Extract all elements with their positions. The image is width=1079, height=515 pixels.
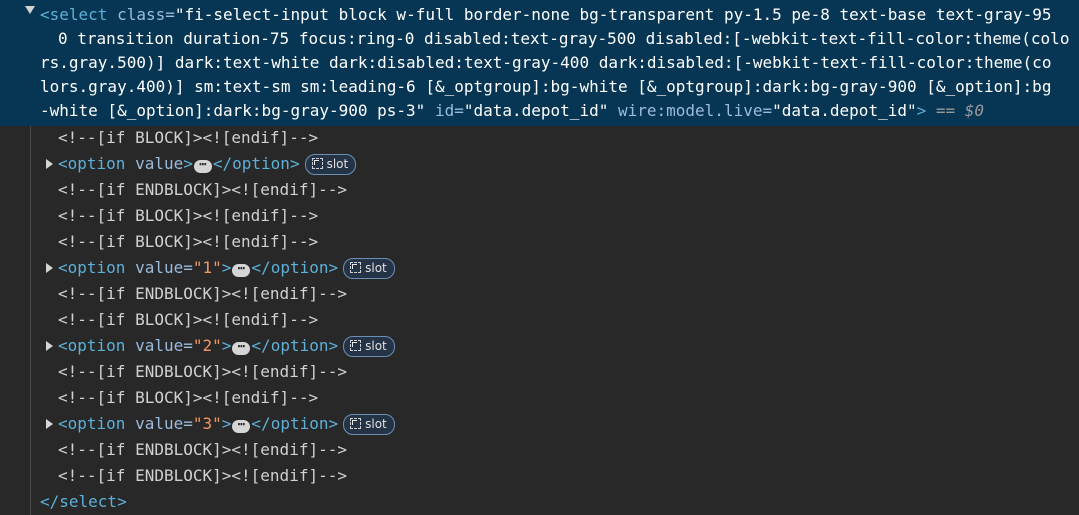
- slot-label: slot: [326, 157, 349, 171]
- option-attr-name: value=: [125, 414, 193, 433]
- option-tag-open: <option: [58, 336, 126, 355]
- option-tag-end: </option>: [251, 336, 339, 355]
- comment-node[interactable]: <!--[if BLOCK]><![endif]-->: [0, 229, 318, 255]
- comment-text: <!--[if BLOCK]><![endif]-->: [58, 310, 319, 329]
- select-node-line-2[interactable]: 0 transition duration-75 focus:ring-0 di…: [58, 27, 1069, 51]
- comment-node[interactable]: <!--[if ENDBLOCK]><![endif]-->: [0, 359, 347, 385]
- slot-reveal-icon: [350, 340, 362, 351]
- comment-text: <!--[if BLOCK]><![endif]-->: [58, 232, 319, 251]
- option-tag-close-bracket: >: [221, 258, 232, 277]
- option-attr-value: "2": [192, 336, 222, 355]
- collapsed-triangle-icon[interactable]: [46, 263, 53, 273]
- ellipsis-button[interactable]: ⋯: [232, 340, 251, 355]
- comment-text: <!--[if BLOCK]><![endif]-->: [58, 128, 319, 147]
- select-tag-close-bracket: >: [916, 101, 927, 120]
- option-tag-end: </option>: [212, 154, 300, 173]
- id-attr-name: id=: [425, 101, 464, 120]
- comment-text: <!--[if ENDBLOCK]><![endif]-->: [58, 180, 347, 199]
- slot-badge[interactable]: slot: [304, 154, 357, 175]
- select-tag-end: </select>: [40, 492, 127, 511]
- comment-node[interactable]: <!--[if ENDBLOCK]><![endif]-->: [0, 437, 347, 463]
- class-attr-value-cont: rs.gray.500)] dark:text-white dark:disab…: [40, 53, 1052, 72]
- comment-node[interactable]: <!--[if BLOCK]><![endif]-->: [0, 307, 318, 333]
- option-node[interactable]: <option value="3"> ⋯ </option> slot: [0, 411, 395, 437]
- slot-badge[interactable]: slot: [343, 258, 395, 279]
- option-attr-name: value: [125, 154, 184, 173]
- comment-node[interactable]: <!--[if ENDBLOCK]><![endif]-->: [0, 177, 347, 203]
- select-tag-open: <select: [40, 5, 108, 24]
- ellipsis-button[interactable]: ⋯: [232, 418, 251, 433]
- option-tag-open: <option: [58, 414, 126, 433]
- class-attr-value: "fi-select-input block w-full border-non…: [174, 5, 1052, 24]
- option-attr-name: value=: [125, 336, 193, 355]
- selected-ref: == $0: [926, 101, 985, 120]
- slot-badge[interactable]: slot: [343, 414, 395, 435]
- comment-text: <!--[if ENDBLOCK]><![endif]-->: [58, 440, 347, 459]
- comment-node[interactable]: <!--[if BLOCK]><![endif]-->: [0, 203, 318, 229]
- comment-node[interactable]: <!--[if BLOCK]><![endif]-->: [0, 125, 318, 151]
- collapsed-triangle-icon[interactable]: [46, 419, 53, 429]
- comment-text: <!--[if ENDBLOCK]><![endif]-->: [58, 466, 347, 485]
- slot-reveal-icon: [311, 158, 323, 169]
- selected-node-highlight[interactable]: <select class="fi-select-input block w-f…: [0, 0, 1079, 126]
- comment-text: <!--[if ENDBLOCK]><![endif]-->: [58, 362, 347, 381]
- option-tag-end: </option>: [251, 258, 339, 277]
- option-attr-value: "3": [192, 414, 222, 433]
- option-tag-close-bracket: >: [221, 336, 232, 355]
- slot-badge[interactable]: slot: [343, 336, 395, 357]
- comment-node[interactable]: <!--[if BLOCK]><![endif]-->: [0, 385, 318, 411]
- slot-label: slot: [365, 417, 387, 431]
- class-attr-value-cont: lors.gray.400)] sm:text-sm sm:leading-6 …: [40, 77, 1052, 96]
- comment-text: <!--[if ENDBLOCK]><![endif]-->: [58, 284, 347, 303]
- option-node[interactable]: <option value="2"> ⋯ </option> slot: [0, 333, 395, 359]
- collapsed-triangle-icon[interactable]: [46, 341, 53, 351]
- option-tag-close-bracket: >: [221, 414, 232, 433]
- ellipsis-button[interactable]: ⋯: [193, 158, 212, 173]
- expand-triangle-icon[interactable]: [25, 6, 35, 14]
- class-attr-name: class=: [107, 5, 175, 24]
- option-tag-end: </option>: [251, 414, 339, 433]
- class-attr-value-cont: -white [&_option]:dark:bg-gray-900 ps-3": [40, 101, 426, 120]
- collapsed-triangle-icon[interactable]: [46, 159, 53, 169]
- comment-text: <!--[if BLOCK]><![endif]-->: [58, 388, 319, 407]
- option-node[interactable]: <option value> ⋯ </option> slot: [0, 151, 357, 177]
- option-tag-open: <option: [58, 154, 126, 173]
- slot-reveal-icon: [350, 418, 362, 429]
- comment-text: <!--[if BLOCK]><![endif]-->: [58, 206, 319, 225]
- option-attr-value: "1": [192, 258, 222, 277]
- id-attr-value: "data.depot_id": [463, 101, 609, 120]
- comment-node[interactable]: <!--[if ENDBLOCK]><![endif]-->: [0, 281, 347, 307]
- slot-label: slot: [365, 261, 387, 275]
- select-close-node[interactable]: </select>: [0, 489, 127, 515]
- select-node-line-3[interactable]: rs.gray.500)] dark:text-white dark:disab…: [40, 51, 1051, 75]
- select-node-line-1[interactable]: <select class="fi-select-input block w-f…: [40, 3, 1051, 27]
- option-node[interactable]: <option value="1"> ⋯ </option> slot: [0, 255, 395, 281]
- option-tag-close-bracket: >: [183, 154, 193, 173]
- wire-attr-name: wire:model.live=: [608, 101, 773, 120]
- select-node-line-5[interactable]: -white [&_option]:dark:bg-gray-900 ps-3"…: [40, 99, 984, 123]
- comment-node[interactable]: <!--[if ENDBLOCK]><![endif]-->: [0, 463, 347, 489]
- elements-tree: <select class="fi-select-input block w-f…: [0, 0, 1079, 515]
- slot-reveal-icon: [350, 262, 362, 273]
- ellipsis-button[interactable]: ⋯: [232, 262, 251, 277]
- select-node-line-4[interactable]: lors.gray.400)] sm:text-sm sm:leading-6 …: [40, 75, 1051, 99]
- slot-label: slot: [365, 339, 387, 353]
- option-tag-open: <option: [58, 258, 126, 277]
- wire-attr-value: "data.depot_id": [772, 101, 917, 120]
- option-attr-name: value=: [125, 258, 193, 277]
- class-attr-value-cont: 0 transition duration-75 focus:ring-0 di…: [58, 29, 1070, 48]
